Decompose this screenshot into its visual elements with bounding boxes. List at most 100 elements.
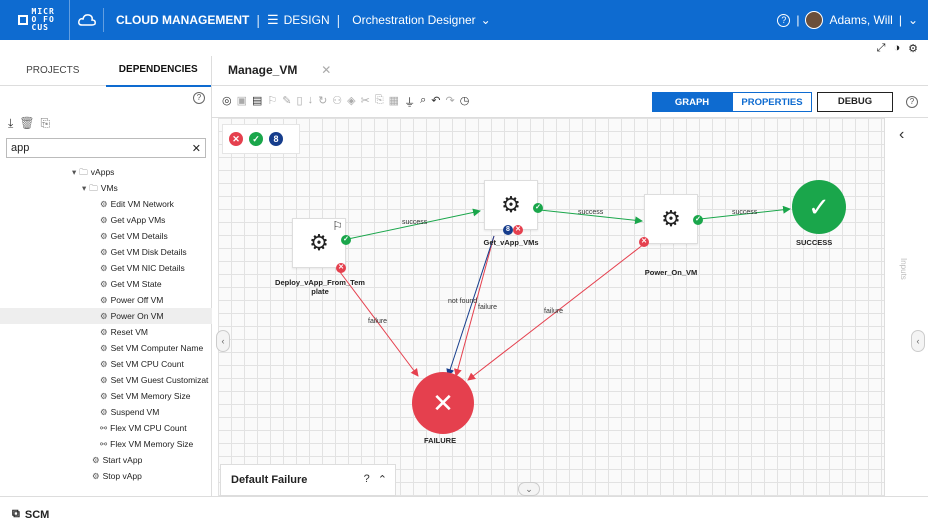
tree-item[interactable]: ⚙ Suspend VM bbox=[0, 404, 212, 420]
page-crumb[interactable]: Orchestration Designer bbox=[352, 13, 475, 27]
failure-status-icon[interactable]: ✕ bbox=[229, 132, 243, 146]
chevron-down-icon[interactable]: ▾ bbox=[82, 183, 86, 193]
close-tab-icon[interactable]: ✕ bbox=[321, 56, 331, 84]
help-icon[interactable]: ? bbox=[364, 473, 370, 486]
gear-icon: ⚙ bbox=[100, 343, 108, 353]
contrast-icon[interactable]: ◑ bbox=[893, 42, 900, 54]
help-icon[interactable]: ? bbox=[777, 13, 791, 27]
tree-item[interactable]: ⚙ Get VM NIC Details bbox=[0, 260, 212, 276]
clear-search-icon[interactable]: ✕ bbox=[192, 142, 201, 155]
save-icon[interactable]: ▣ bbox=[237, 94, 247, 110]
tree-item-label: Set VM Guest Customizat bbox=[110, 375, 209, 385]
flag-icon[interactable]: ⚐ bbox=[267, 94, 277, 110]
custom-status-icon[interactable]: 8 bbox=[269, 132, 283, 146]
flow-icon: ⚯ bbox=[100, 439, 108, 449]
step-deploy-vapp[interactable]: ⚙ ⚐ ✓ ✕ bbox=[292, 218, 351, 273]
chevron-up-icon[interactable]: ⌃ bbox=[378, 473, 387, 486]
tab-manage-vm[interactable]: Manage_VM ✕ bbox=[228, 56, 337, 86]
document-icon[interactable]: ▤ bbox=[252, 94, 262, 110]
chevron-down-icon[interactable]: ⌄ bbox=[908, 13, 918, 27]
step-power-on-vm[interactable]: ⚙ ✓ ✕ bbox=[639, 194, 703, 247]
user-name[interactable]: Adams, Will bbox=[829, 13, 892, 27]
redo-icon[interactable]: ↷ bbox=[445, 94, 454, 110]
properties-button[interactable]: PROPERTIES bbox=[732, 92, 812, 112]
scm-bar[interactable]: ⧉ SCM bbox=[0, 496, 928, 532]
chevron-down-icon[interactable]: ⌄ bbox=[481, 13, 491, 27]
zoom-icon[interactable]: ⌕ bbox=[420, 94, 426, 110]
tree-item[interactable]: ⚙ Power On VM bbox=[0, 308, 212, 324]
rotate-icon[interactable]: ↻ bbox=[318, 94, 327, 110]
cloud-icon[interactable] bbox=[70, 8, 104, 32]
tree-item[interactable]: ⚙ Get vApp VMs bbox=[0, 212, 212, 228]
inputs-label[interactable]: Inputs bbox=[899, 258, 908, 280]
arrow-down-icon[interactable]: ↓ bbox=[308, 94, 314, 110]
step-get-vapp-vms[interactable]: ⚙ ✓ ✕ 8 bbox=[484, 180, 543, 235]
target-icon[interactable]: ◎ bbox=[222, 94, 232, 110]
flow-canvas[interactable]: ✕ ✓ 8 ⚙ ⚐ ✓ ✕ Deploy_vApp_From_Tem plate… bbox=[216, 118, 884, 496]
success-terminal[interactable]: ✓ bbox=[792, 180, 846, 234]
tree-item[interactable]: ⚯ Flex VM CPU Count bbox=[0, 420, 212, 436]
custom-port-icon[interactable]: 8 bbox=[503, 225, 513, 235]
search-input[interactable]: app ✕ bbox=[6, 138, 206, 158]
undo-icon[interactable]: ↶ bbox=[431, 94, 440, 110]
copy-icon[interactable]: ⎘ bbox=[375, 94, 384, 110]
avatar[interactable] bbox=[805, 11, 824, 29]
settings-gear-icon[interactable]: ⚙ bbox=[908, 42, 918, 55]
tree-item[interactable]: ⚙ Set VM Memory Size bbox=[0, 388, 212, 404]
failure-port-icon[interactable]: ✕ bbox=[336, 263, 346, 273]
failure-terminal[interactable]: ✕ bbox=[412, 372, 474, 434]
tree-item[interactable]: ⚙ Get VM Disk Details bbox=[0, 244, 212, 260]
expand-left-panel-icon[interactable]: ‹ bbox=[216, 330, 230, 352]
failure-port-icon[interactable]: ✕ bbox=[639, 237, 649, 247]
failure-port-icon[interactable]: ✕ bbox=[513, 225, 523, 235]
paste-icon[interactable]: ▦ bbox=[389, 94, 399, 110]
expand-icon[interactable]: ⤢ bbox=[877, 42, 886, 55]
pencil-icon[interactable]: ✎ bbox=[282, 94, 291, 110]
app-title[interactable]: CLOUD MANAGEMENT bbox=[116, 13, 249, 27]
expand-right-panel-icon[interactable]: ‹ bbox=[911, 330, 925, 352]
success-status-icon[interactable]: ✓ bbox=[249, 132, 263, 146]
chevron-left-icon[interactable]: ‹ bbox=[899, 126, 904, 144]
tab-projects[interactable]: PROJECTS bbox=[0, 56, 106, 86]
tree-item[interactable]: ⚙ Set VM Computer Name bbox=[0, 340, 212, 356]
section-crumb[interactable]: DESIGN bbox=[284, 13, 330, 27]
graph-button[interactable]: GRAPH bbox=[652, 92, 732, 112]
tree-item[interactable]: ⚙ Set VM CPU Count bbox=[0, 356, 212, 372]
step-label: Power_On_VM bbox=[644, 268, 698, 277]
fill-icon[interactable]: ◈ bbox=[347, 94, 355, 110]
tree-item[interactable]: ▾ 🗀 VMs bbox=[0, 180, 212, 196]
help-icon[interactable]: ? bbox=[193, 92, 205, 104]
tab-dependencies[interactable]: DEPENDENCIES bbox=[105, 55, 211, 87]
debug-button[interactable]: DEBUG bbox=[817, 92, 893, 112]
success-port-icon[interactable]: ✓ bbox=[533, 203, 543, 213]
chevron-down-icon[interactable]: ▾ bbox=[72, 167, 76, 177]
search-value[interactable]: app bbox=[11, 142, 192, 154]
tree-item[interactable]: ⚙ Start vApp bbox=[0, 452, 212, 468]
tree-item-label: Reset VM bbox=[110, 327, 148, 337]
tree-item[interactable]: ⚙ Get VM State bbox=[0, 276, 212, 292]
tree-item[interactable]: ⚙ Reset VM bbox=[0, 324, 212, 340]
hierarchy-icon[interactable]: ⏚ bbox=[404, 94, 415, 110]
tree-item[interactable]: ⚙ Set VM Guest Customizat bbox=[0, 372, 212, 388]
history-icon[interactable]: ◷ bbox=[460, 94, 470, 110]
trash-icon[interactable]: ▯ bbox=[297, 94, 303, 110]
tree-item[interactable]: ⚙ Edit VM Network bbox=[0, 196, 212, 212]
hamburger-menu-icon[interactable]: ☰ bbox=[267, 12, 279, 28]
delete-icon[interactable]: 🗑 bbox=[19, 116, 34, 131]
success-port-icon[interactable]: ✓ bbox=[693, 215, 703, 225]
tree-item[interactable]: ⚙ Power Off VM bbox=[0, 292, 212, 308]
tree-item[interactable]: ⚙ Get VM Details bbox=[0, 228, 212, 244]
download-icon[interactable]: ⤓ bbox=[8, 116, 13, 131]
tree-item[interactable]: ▾ 🗀 vApps bbox=[0, 164, 212, 180]
edge-label-success: success bbox=[402, 219, 428, 226]
tree-item[interactable]: ⚯ Flex VM Memory Size bbox=[0, 436, 212, 452]
success-port-icon[interactable]: ✓ bbox=[341, 235, 351, 245]
help-icon[interactable]: ? bbox=[906, 96, 918, 108]
cut-icon[interactable]: ✂ bbox=[361, 94, 370, 110]
expand-bottom-panel-icon[interactable]: ⌄ bbox=[518, 482, 540, 496]
copy-icon[interactable]: ⎘ bbox=[41, 116, 51, 131]
user-icon[interactable]: ⚇ bbox=[332, 94, 342, 110]
micro-focus-logo[interactable]: MICRO FOCUS bbox=[8, 0, 70, 40]
tree-item[interactable]: ⚙ Stop vApp bbox=[0, 468, 212, 484]
separator: | bbox=[796, 13, 800, 27]
